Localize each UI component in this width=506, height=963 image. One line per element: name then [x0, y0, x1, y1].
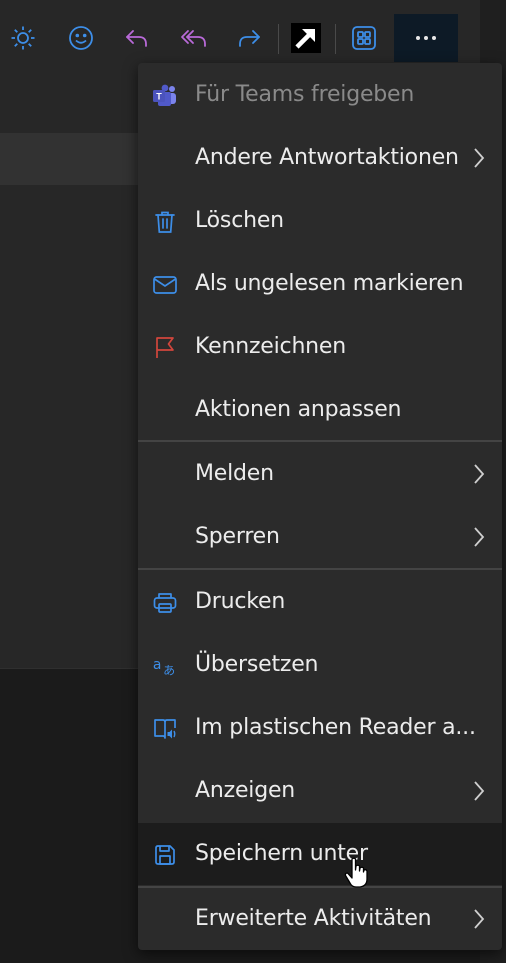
translate-icon: a あ	[152, 653, 178, 679]
expand-button[interactable]	[286, 14, 326, 62]
emoji-button[interactable]	[61, 14, 101, 62]
chevron-right-icon	[474, 527, 485, 547]
pane-divider	[0, 668, 140, 669]
menu-item-advanced-activities[interactable]: Erweiterte Aktivitäten	[138, 888, 502, 950]
menu-item-print[interactable]: Drucken	[138, 571, 502, 633]
toolbar-separator	[278, 24, 279, 54]
menu-item-label: Übersetzen	[195, 652, 319, 677]
menu-item-report[interactable]: Melden	[138, 443, 502, 505]
menu-item-label: Melden	[195, 461, 274, 486]
chevron-right-icon	[474, 464, 485, 484]
menu-separator	[138, 440, 502, 442]
menu-item-immersive-reader[interactable]: Im plastischen Reader a...	[138, 697, 502, 759]
more-actions-menu: T Für Teams freigeben Andere Antwortakti…	[138, 63, 502, 950]
chevron-right-icon	[474, 148, 485, 168]
menu-item-label: Andere Antwortaktionen	[195, 145, 459, 170]
printer-icon	[152, 590, 178, 616]
reply-all-icon	[181, 30, 206, 47]
immersive-reader-icon	[152, 716, 178, 742]
save-icon	[152, 842, 178, 868]
teams-icon: T	[152, 83, 178, 109]
message-toolbar	[0, 14, 480, 62]
svg-text:T: T	[156, 92, 162, 102]
menu-item-view[interactable]: Anzeigen	[138, 760, 502, 822]
menu-item-label: Drucken	[195, 589, 286, 614]
menu-item-block[interactable]: Sperren	[138, 506, 502, 568]
menu-item-label: Speichern unter	[195, 841, 368, 866]
menu-item-translate[interactable]: a あ Übersetzen	[138, 634, 502, 696]
brightness-button[interactable]	[3, 14, 43, 62]
menu-item-label: Im plastischen Reader a...	[195, 715, 476, 740]
brightness-icon	[11, 26, 35, 50]
more-options-icon	[416, 36, 436, 40]
menu-item-delete[interactable]: Löschen	[138, 190, 502, 252]
menu-separator	[138, 568, 502, 570]
more-options-button[interactable]	[394, 14, 458, 62]
menu-item-flag[interactable]: Kennzeichnen	[138, 316, 502, 378]
flag-icon	[152, 335, 178, 361]
reply-button[interactable]	[117, 14, 157, 62]
apps-button[interactable]	[344, 14, 384, 62]
envelope-icon	[152, 272, 178, 298]
chevron-right-icon	[474, 781, 485, 801]
menu-item-save-as[interactable]: Speichern unter	[138, 823, 502, 885]
reply-icon	[126, 30, 147, 47]
menu-item-customize-actions[interactable]: Aktionen anpassen	[138, 379, 502, 441]
menu-item-label: Anzeigen	[195, 778, 296, 803]
menu-item-label: Sperren	[195, 524, 280, 549]
forward-button[interactable]	[229, 14, 269, 62]
menu-item-share-teams[interactable]: T Für Teams freigeben	[138, 64, 502, 126]
menu-item-label: Erweiterte Aktivitäten	[195, 906, 432, 931]
expand-arrow-icon	[291, 23, 321, 53]
emoji-icon	[69, 26, 93, 50]
svg-text:a: a	[153, 657, 162, 673]
svg-text:あ: あ	[163, 663, 175, 677]
forward-icon	[239, 30, 260, 47]
menu-item-label: Kennzeichnen	[195, 334, 347, 359]
menu-item-label: Als ungelesen markieren	[195, 271, 464, 296]
menu-item-label: Aktionen anpassen	[195, 397, 402, 422]
menu-item-mark-unread[interactable]: Als ungelesen markieren	[138, 253, 502, 315]
reply-all-button[interactable]	[174, 14, 214, 62]
menu-item-label: Für Teams freigeben	[195, 82, 415, 107]
chevron-right-icon	[474, 909, 485, 929]
menu-item-label: Löschen	[195, 208, 284, 233]
message-list-row[interactable]	[0, 133, 140, 185]
toolbar-separator	[335, 24, 336, 54]
apps-icon	[352, 26, 376, 50]
hand-cursor-icon	[344, 857, 368, 888]
menu-item-other-reply-actions[interactable]: Andere Antwortaktionen	[138, 127, 502, 189]
trash-icon	[152, 209, 178, 235]
